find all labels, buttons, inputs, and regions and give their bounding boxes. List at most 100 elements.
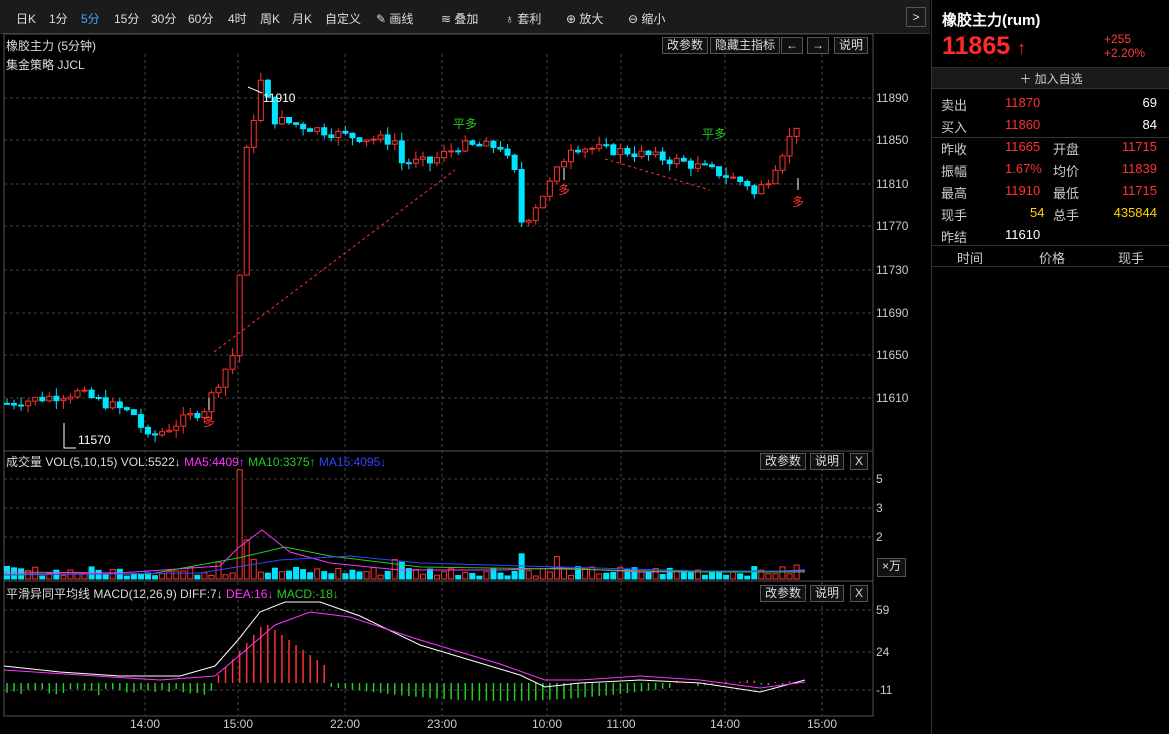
volume-bar: [370, 567, 377, 580]
y-tick-label: 11890: [876, 91, 909, 105]
candle-body: [617, 148, 624, 156]
macd-edit-params-button[interactable]: 改参数: [760, 585, 807, 602]
arrow-left-icon[interactable]: ←: [781, 37, 803, 54]
candle-body: [779, 155, 786, 171]
candle-body: [680, 157, 687, 162]
volume-bar: [307, 572, 314, 580]
candle-body: [293, 122, 300, 125]
volume-bar: [786, 573, 793, 580]
candlesticks: [4, 72, 800, 449]
volume-bar: [596, 573, 603, 580]
volume-bar: [589, 566, 596, 580]
candle-body: [575, 149, 582, 153]
prev-close-label: 昨收: [941, 142, 968, 157]
help-button[interactable]: 说明: [834, 37, 869, 54]
x-tick-label: 23:00: [427, 717, 457, 731]
dea-line: [3, 611, 806, 689]
volume-edit-params-button[interactable]: 改参数: [760, 453, 807, 470]
amplitude-value: 1.67%: [1005, 161, 1042, 176]
volume-bar: [130, 573, 137, 580]
candle-body: [328, 134, 335, 139]
candle-body: [673, 157, 680, 165]
candle-body: [455, 150, 462, 153]
volume-bar: [257, 571, 264, 580]
avg-price-value: 11839: [1121, 161, 1157, 176]
volume-bar: [779, 566, 786, 580]
macd-help-button[interactable]: 说明: [810, 585, 845, 602]
volume-bar: [363, 571, 370, 580]
candle-body: [349, 132, 356, 139]
edit-params-button[interactable]: 改参数: [662, 37, 709, 54]
x-tick-label: 14:00: [130, 717, 160, 731]
candle-body: [518, 168, 525, 223]
candle-body: [765, 183, 772, 186]
volume-bar: [377, 574, 384, 580]
candle-body: [116, 401, 123, 409]
candle-body: [546, 180, 553, 197]
volume-bar: [716, 571, 723, 580]
volume-bar: [342, 573, 349, 580]
volume-bar: [539, 567, 546, 580]
volume-bar: [286, 570, 292, 580]
candle-body: [758, 184, 765, 195]
candle-body: [737, 176, 744, 182]
buy-price: 11860: [1005, 117, 1041, 132]
y-tick-label: 59: [876, 603, 890, 617]
candle-body: [709, 164, 715, 168]
panel-frame: [3, 33, 874, 452]
candle-body: [539, 195, 546, 209]
candle-body: [300, 123, 307, 130]
candle-body: [638, 150, 645, 158]
y-tick-label: 11770: [876, 219, 909, 233]
candle-body: [476, 143, 483, 147]
macd-close-icon[interactable]: X: [850, 585, 869, 602]
contract-name: 橡胶主力(rum): [942, 12, 1041, 29]
candle-body: [723, 175, 730, 178]
candle-body: [469, 140, 476, 145]
trend-line: [213, 169, 456, 353]
candle-body: [532, 207, 539, 221]
volume-bar: [744, 575, 751, 580]
volume-bar: [123, 575, 130, 580]
volume-bar: [419, 573, 426, 580]
last-vol-value: 54: [1030, 205, 1045, 220]
volume-close-icon[interactable]: X: [850, 453, 869, 470]
add-watchlist-button[interactable]: ＋ 加入自选: [932, 67, 1169, 89]
candle-body: [102, 397, 109, 409]
volume-bar: [102, 574, 109, 580]
kline-chart[interactable]: 11890 11850 11810 11770 11730 11690 11650 11610…: [0, 0, 930, 734]
volume-bar: [701, 574, 708, 580]
volume-bar: [328, 573, 335, 580]
candle-body: [250, 119, 257, 148]
low-value: 11715: [1121, 183, 1157, 198]
x-tick-label: 22:00: [330, 717, 360, 731]
volume-bar: [765, 573, 772, 580]
high-value: 11910: [1005, 183, 1041, 198]
candle-body: [511, 154, 518, 170]
candle-body: [666, 159, 673, 165]
y-tick-label: 11610: [876, 391, 909, 405]
candle-body: [194, 413, 201, 419]
candle-body: [236, 274, 243, 357]
total-vol-value: 435844: [1113, 205, 1157, 220]
candle-body: [208, 392, 215, 413]
volume-bar: [434, 574, 441, 580]
volume-unit-label: ×万: [877, 558, 907, 577]
candle-body: [180, 414, 187, 427]
volume-bar: [201, 572, 208, 580]
candle-body: [342, 130, 349, 134]
candle-body: [441, 151, 448, 159]
divider: [932, 245, 1169, 246]
sell-volume: 69: [1142, 95, 1157, 110]
prev-settle-value: 11610: [1005, 227, 1041, 242]
arrow-right-icon[interactable]: →: [807, 37, 829, 54]
volume-bar: [264, 572, 271, 580]
volume-bar: [497, 572, 504, 580]
candle-body: [173, 425, 180, 431]
candle-body: [553, 166, 560, 182]
volume-help-button[interactable]: 说明: [810, 453, 845, 470]
volume-bar: [208, 574, 215, 580]
candle-body: [123, 407, 130, 411]
candle-body: [286, 116, 292, 124]
hide-indicator-button[interactable]: 隐藏主指标: [710, 37, 781, 54]
